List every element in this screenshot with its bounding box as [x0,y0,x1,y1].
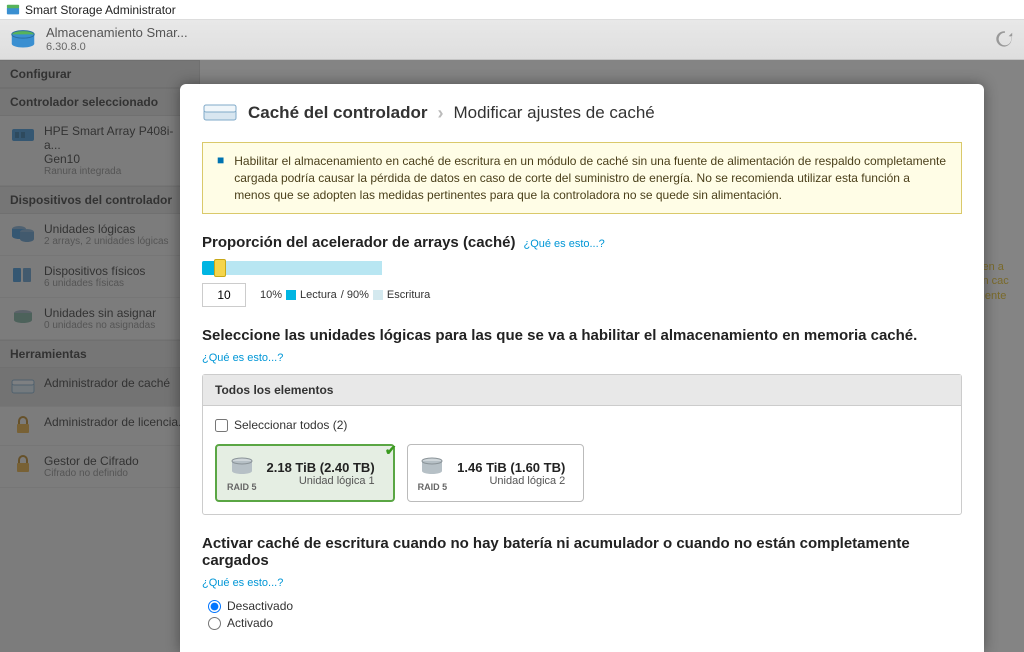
logical-unit-card-2[interactable]: RAID 5 1.46 TiB (1.60 TB) Unidad lógica … [407,444,585,502]
controller-cache-icon [202,102,238,124]
help-link-accelerator[interactable]: ¿Qué es esto...? [523,238,604,250]
modal-overlay: pueden a nto en cac ina fuente Caché del… [0,60,1024,652]
select-lu-heading: Seleccione las unidades lógicas para las… [202,327,962,364]
window-titlebar: Smart Storage Administrator [0,0,1024,20]
warning-bullet-icon: ■ [217,153,224,203]
lu2-raid: RAID 5 [418,482,448,492]
crumb-modify-cache: Modificar ajustes de caché [453,103,654,123]
lu1-name: Unidad lógica 1 [267,475,375,487]
ratio-legend: 10% Lectura / 90% Escritura [260,289,430,301]
modal-panel: Caché del controlador › Modificar ajuste… [180,84,984,652]
accelerator-ratio-heading: Proporción del acelerador de arrays (cac… [202,234,962,251]
write-color-swatch [373,290,383,300]
chevron-right-icon: › [437,103,443,124]
app-header: Almacenamiento Smar... 6.30.8.0 [0,20,1024,60]
write-cache-radio-group: Desactivado Activado [208,599,962,630]
accelerator-ratio-input[interactable] [202,283,246,307]
lu-tab-all[interactable]: Todos los elementos [203,375,961,406]
select-all-input[interactable] [215,419,228,432]
lu1-raid: RAID 5 [227,482,257,492]
lu2-size: 1.46 TiB (1.60 TB) [457,460,565,475]
breadcrumb: Caché del controlador › Modificar ajuste… [202,102,962,124]
radio-desactivado[interactable]: Desactivado [208,599,962,613]
disk-stack-icon [419,454,445,480]
disk-stack-icon [229,454,255,480]
refresh-icon[interactable] [996,30,1014,48]
warning-banner: ■ Habilitar el almacenamiento en caché d… [202,142,962,214]
accelerator-ratio-slider[interactable] [202,261,382,275]
crumb-controller-cache[interactable]: Caché del controlador [248,103,427,123]
slider-thumb[interactable] [214,259,226,277]
product-version: 6.30.8.0 [46,41,188,54]
lu1-size: 2.18 TiB (2.40 TB) [267,460,375,475]
write-cache-heading: Activar caché de escritura cuando no hay… [202,535,962,589]
read-color-swatch [286,290,296,300]
select-all-checkbox[interactable]: Seleccionar todos (2) [215,418,949,432]
help-link-writecache[interactable]: ¿Qué es esto...? [202,577,283,589]
product-icon [8,25,38,55]
app-icon [6,3,20,17]
window-title: Smart Storage Administrator [25,3,176,17]
product-name: Almacenamiento Smar... [46,25,188,41]
logical-unit-card-1[interactable]: RAID 5 2.18 TiB (2.40 TB) Unidad lógica … [215,444,395,502]
logical-units-container: Todos los elementos Seleccionar todos (2… [202,374,962,515]
help-link-select-lu[interactable]: ¿Qué es esto...? [202,352,283,364]
warning-text: Habilitar el almacenamiento en caché de … [234,153,947,203]
radio-activado[interactable]: Activado [208,616,962,630]
lu2-name: Unidad lógica 2 [457,475,565,487]
